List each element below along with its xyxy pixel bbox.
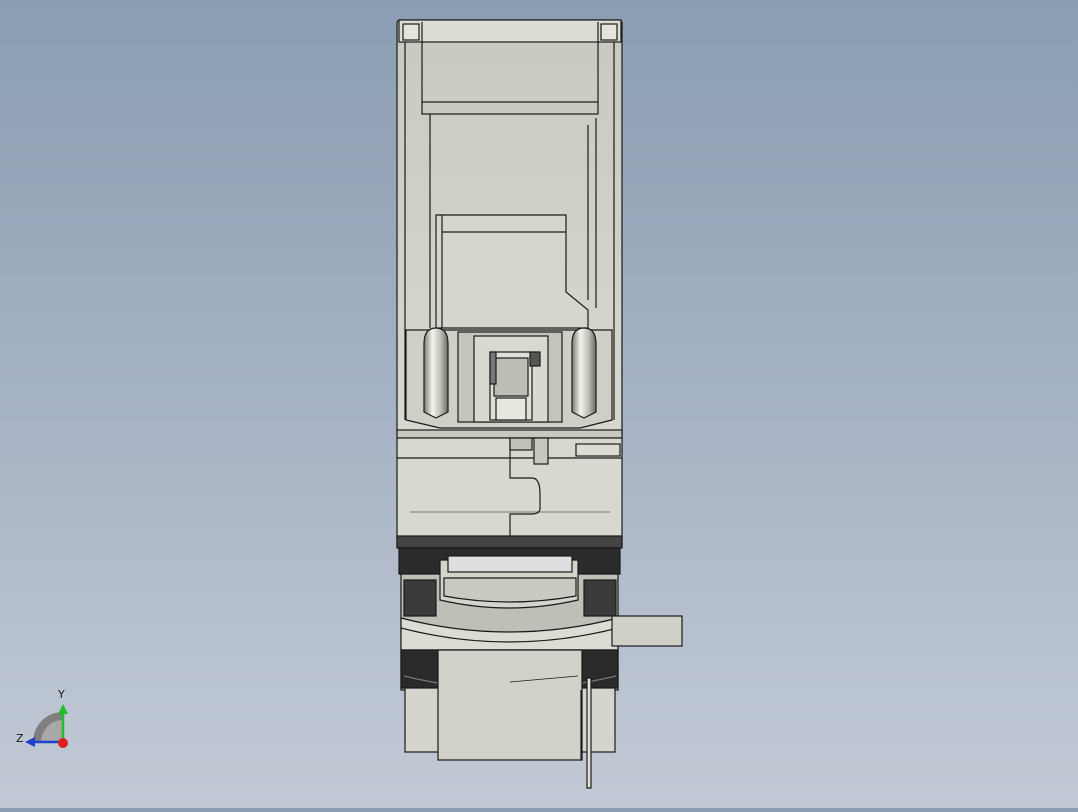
actuator-body (396, 19, 683, 789)
upper-slot (421, 101, 599, 115)
triad-y-label: Y (58, 688, 65, 701)
x-axis-dot (58, 738, 68, 748)
left-roller (423, 327, 449, 419)
right-roller (571, 327, 597, 419)
cad-model-view (25, 19, 683, 789)
cad-viewport[interactable]: Y Z (0, 0, 1078, 808)
side-bar (611, 615, 683, 647)
axis-triad (25, 704, 68, 748)
top-cap (398, 19, 622, 43)
bottom-flange (437, 649, 583, 761)
y-axis-arrow (58, 704, 68, 714)
mid-divider (396, 429, 623, 439)
z-axis-arrow (25, 737, 35, 747)
lower-dark-band (396, 535, 623, 549)
probe-rod (586, 677, 592, 789)
triad-z-label: Z (16, 732, 24, 745)
